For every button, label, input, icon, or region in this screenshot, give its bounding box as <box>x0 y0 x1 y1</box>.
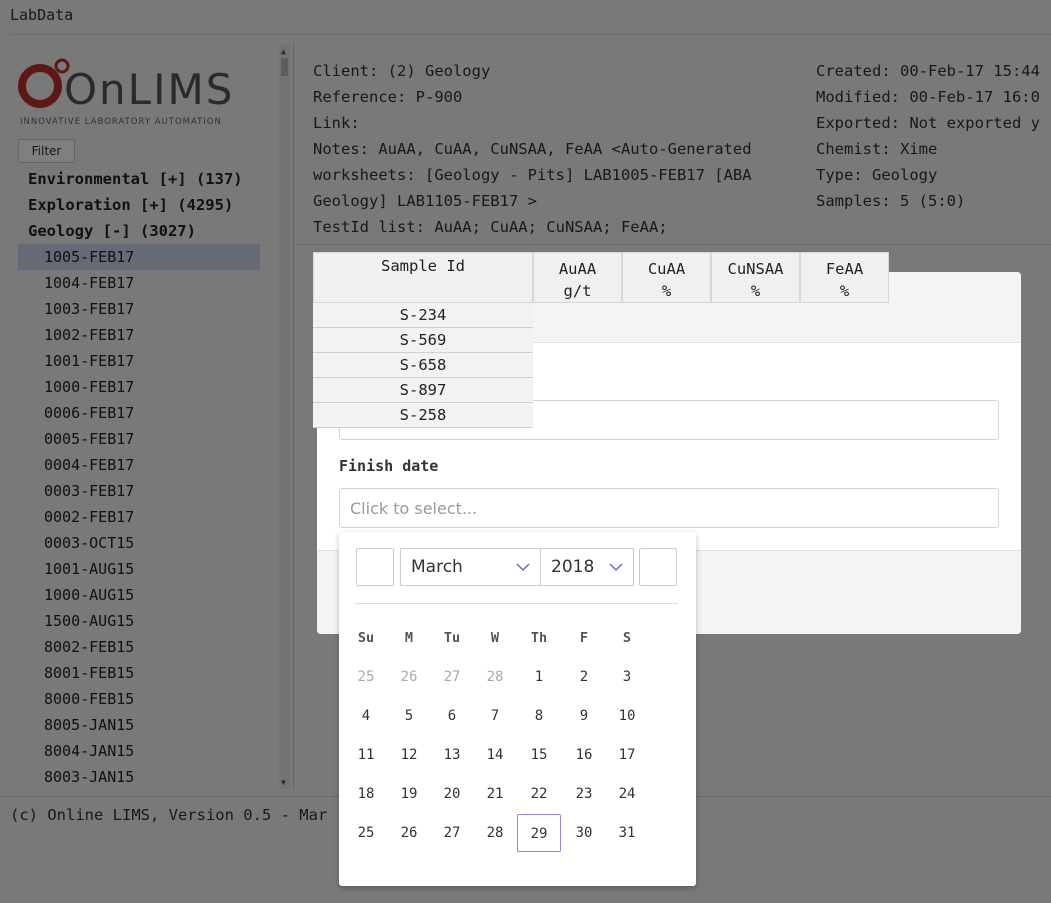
calendar-day[interactable]: 16 <box>562 736 606 774</box>
prev-month-button[interactable] <box>356 548 394 586</box>
weekday-label: Su <box>357 630 375 646</box>
calendar-day[interactable]: 2 <box>562 658 606 696</box>
year-select-value: 2018 <box>551 557 595 577</box>
header-feaa-label: FeAA <box>825 260 864 278</box>
calendar-day[interactable]: 18 <box>344 775 388 813</box>
month-select[interactable]: March <box>400 548 541 586</box>
calendar-day[interactable]: 27 <box>430 814 474 852</box>
calendar-day[interactable]: 31 <box>605 814 649 852</box>
header-auaa-unit: g/t <box>563 282 592 300</box>
calendar-day[interactable]: 23 <box>562 775 606 813</box>
calendar-day[interactable]: 20 <box>430 775 474 813</box>
header-cunsaa-unit: % <box>750 282 761 300</box>
table-row[interactable]: S-234 <box>313 303 533 328</box>
header-cunsaa-label: CuNSAA <box>727 260 784 278</box>
calendar-day[interactable]: 27 <box>430 658 474 696</box>
weekday-label: Th <box>530 630 548 646</box>
finish-date-label: Finish date <box>339 457 439 475</box>
finish-date-placeholder: Click to select... <box>350 499 478 518</box>
calendar-day[interactable]: 30 <box>562 814 606 852</box>
header-sample-id-label: Sample Id <box>381 257 465 275</box>
next-month-button[interactable] <box>639 548 677 586</box>
datepicker-popup: March 2018 Su M Tu W Th F S 25 26 27 28 1 2 3 4 5 6 7 8 9 1… <box>339 532 696 886</box>
calendar-day[interactable]: 21 <box>473 775 517 813</box>
weekday-label: W <box>490 630 500 646</box>
calendar-day[interactable]: 1 <box>517 658 561 696</box>
calendar-day[interactable]: 13 <box>430 736 474 774</box>
calendar-day[interactable]: 28 <box>473 814 517 852</box>
calendar-day[interactable]: 12 <box>387 736 431 774</box>
chevron-down-icon <box>516 563 530 572</box>
calendar-day[interactable]: 14 <box>473 736 517 774</box>
header-cunsaa[interactable]: CuNSAA % <box>711 252 800 303</box>
year-select[interactable]: 2018 <box>540 548 634 586</box>
calendar-day[interactable]: 15 <box>517 736 561 774</box>
calendar-day[interactable]: 10 <box>605 697 649 735</box>
header-feaa-unit: % <box>839 282 850 300</box>
calendar-day[interactable]: 25 <box>344 814 388 852</box>
calendar-day[interactable]: 19 <box>387 775 431 813</box>
weekday-label: F <box>579 630 589 646</box>
calendar-day[interactable]: 11 <box>344 736 388 774</box>
calendar-day[interactable]: 22 <box>517 775 561 813</box>
finish-date-field[interactable]: Click to select... <box>339 488 999 528</box>
calendar-day[interactable]: 26 <box>387 814 431 852</box>
table-row[interactable]: S-258 <box>313 403 533 428</box>
header-cuaa-unit: % <box>661 282 672 300</box>
header-cuaa-label: CuAA <box>647 260 686 278</box>
table-row[interactable]: S-897 <box>313 378 533 403</box>
header-sample-id[interactable]: Sample Id <box>313 252 533 303</box>
calendar-day[interactable]: 29 <box>517 814 561 852</box>
month-select-value: March <box>411 557 463 577</box>
calendar-day[interactable]: 7 <box>473 697 517 735</box>
weekday-label: M <box>404 630 414 646</box>
datepicker-divider <box>355 603 678 604</box>
calendar-day[interactable]: 5 <box>387 697 431 735</box>
calendar-day[interactable]: 8 <box>517 697 561 735</box>
calendar-day[interactable]: 17 <box>605 736 649 774</box>
table-row[interactable]: S-658 <box>313 353 533 378</box>
calendar-day[interactable]: 9 <box>562 697 606 735</box>
header-cuaa[interactable]: CuAA % <box>622 252 711 303</box>
calendar-day[interactable]: 4 <box>344 697 388 735</box>
calendar-day[interactable]: 3 <box>605 658 649 696</box>
chevron-down-icon <box>609 563 623 572</box>
weekday-label: Tu <box>443 630 461 646</box>
header-auaa[interactable]: AuAA g/t <box>533 252 622 303</box>
calendar-day[interactable]: 24 <box>605 775 649 813</box>
header-auaa-label: AuAA <box>558 260 597 278</box>
table-row[interactable]: S-569 <box>313 328 533 353</box>
calendar-day[interactable]: 6 <box>430 697 474 735</box>
calendar-day[interactable]: 28 <box>473 658 517 696</box>
weekday-label: S <box>622 630 632 646</box>
header-feaa[interactable]: FeAA % <box>800 252 889 303</box>
calendar-day[interactable]: 25 <box>344 658 388 696</box>
calendar-day[interactable]: 26 <box>387 658 431 696</box>
